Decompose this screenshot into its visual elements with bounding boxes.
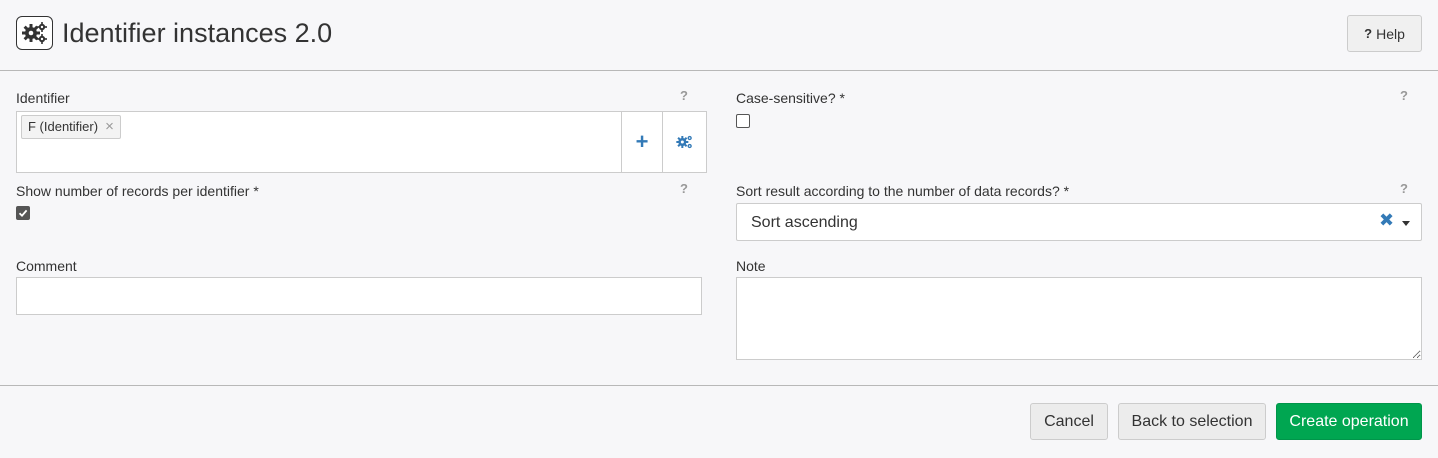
header-bar: Identifier instances 2.0 ? Help <box>0 0 1438 71</box>
comment-label: Comment <box>16 258 77 274</box>
show-count-checkbox[interactable] <box>16 206 30 220</box>
question-icon: ? <box>1364 26 1373 41</box>
identifier-help-icon[interactable]: ? <box>680 88 688 103</box>
create-operation-button[interactable]: Create operation <box>1276 403 1422 440</box>
note-label: Note <box>736 258 766 274</box>
note-textarea[interactable] <box>736 277 1422 360</box>
help-button[interactable]: ? Help <box>1347 15 1422 52</box>
clear-selection-icon[interactable]: ✖ <box>1379 210 1394 231</box>
case-sensitive-label: Case-sensitive? * <box>736 90 845 106</box>
gears-icon <box>16 16 53 50</box>
configure-identifier-button[interactable] <box>662 112 706 172</box>
comment-input[interactable] <box>16 277 702 315</box>
caret-down-icon[interactable] <box>1402 221 1410 226</box>
identifier-tag: F (Identifier) × <box>21 115 121 139</box>
case-sensitive-checkbox[interactable] <box>736 114 750 128</box>
help-button-label: Help <box>1376 25 1405 42</box>
identifier-label: Identifier <box>16 90 70 106</box>
identifier-tag-label: F (Identifier) <box>28 119 99 134</box>
page-title: Identifier instances 2.0 <box>62 18 333 48</box>
show-count-help-icon[interactable]: ? <box>680 181 688 196</box>
sort-label: Sort result according to the number of d… <box>736 183 1070 199</box>
back-to-selection-button[interactable]: Back to selection <box>1118 403 1266 440</box>
footer-divider <box>0 385 1438 386</box>
sort-help-icon[interactable]: ? <box>1400 181 1408 196</box>
sort-select-value: Sort ascending <box>751 214 858 231</box>
remove-tag-icon[interactable]: × <box>105 119 114 134</box>
checkmark-icon <box>18 209 28 218</box>
add-identifier-button[interactable]: + <box>621 112 662 172</box>
gears-icon <box>675 135 692 149</box>
show-count-label: Show number of records per identifier * <box>16 183 259 199</box>
case-sensitive-help-icon[interactable]: ? <box>1400 88 1408 103</box>
cancel-button[interactable]: Cancel <box>1030 403 1108 440</box>
plus-icon: + <box>635 129 649 154</box>
sort-select[interactable]: Sort ascending ✖ <box>736 203 1422 241</box>
identifier-field[interactable]: F (Identifier) × + <box>16 111 707 173</box>
